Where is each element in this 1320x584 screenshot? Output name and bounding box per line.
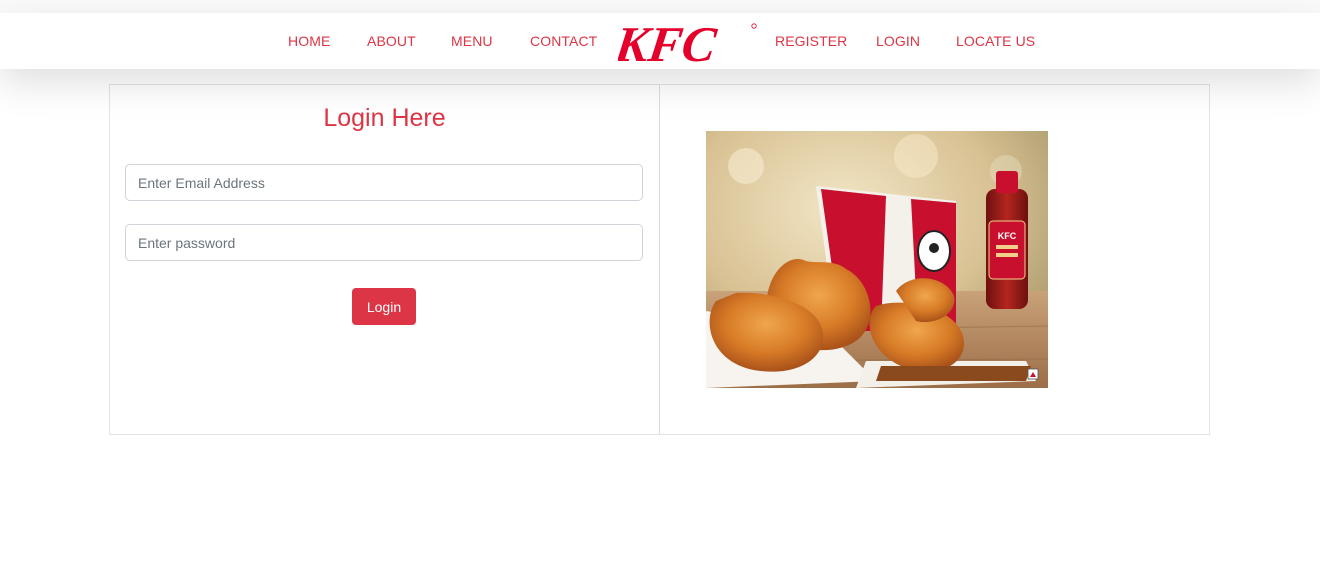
nav-register[interactable]: REGISTER (775, 33, 847, 49)
login-panel-row: Login Here Login (109, 84, 1210, 435)
nav-menu[interactable]: MENU (451, 33, 493, 49)
nav-home[interactable]: HOME (288, 33, 330, 49)
login-button[interactable]: Login (352, 288, 416, 325)
nav-contact[interactable]: CONTACT (530, 33, 597, 49)
svg-text:KFC: KFC (618, 16, 720, 67)
email-field[interactable] (125, 164, 643, 201)
login-title: Login Here (323, 104, 446, 132)
fried-chicken-image: KFC (706, 131, 1048, 388)
top-strip (0, 0, 1320, 13)
kfc-logo[interactable]: KFC (611, 13, 758, 72)
panel-divider (659, 85, 660, 434)
nav-about[interactable]: ABOUT (367, 33, 416, 49)
navbar: HOME ABOUT MENU CONTACT KFC REGISTER LOG… (0, 13, 1320, 72)
nav-login[interactable]: LOGIN (876, 33, 920, 49)
sauce-label: KFC (998, 231, 1017, 241)
nav-locate-us[interactable]: LOCATE US (956, 33, 1035, 49)
kfc-logo-icon: KFC (611, 16, 757, 72)
password-field[interactable] (125, 224, 643, 261)
